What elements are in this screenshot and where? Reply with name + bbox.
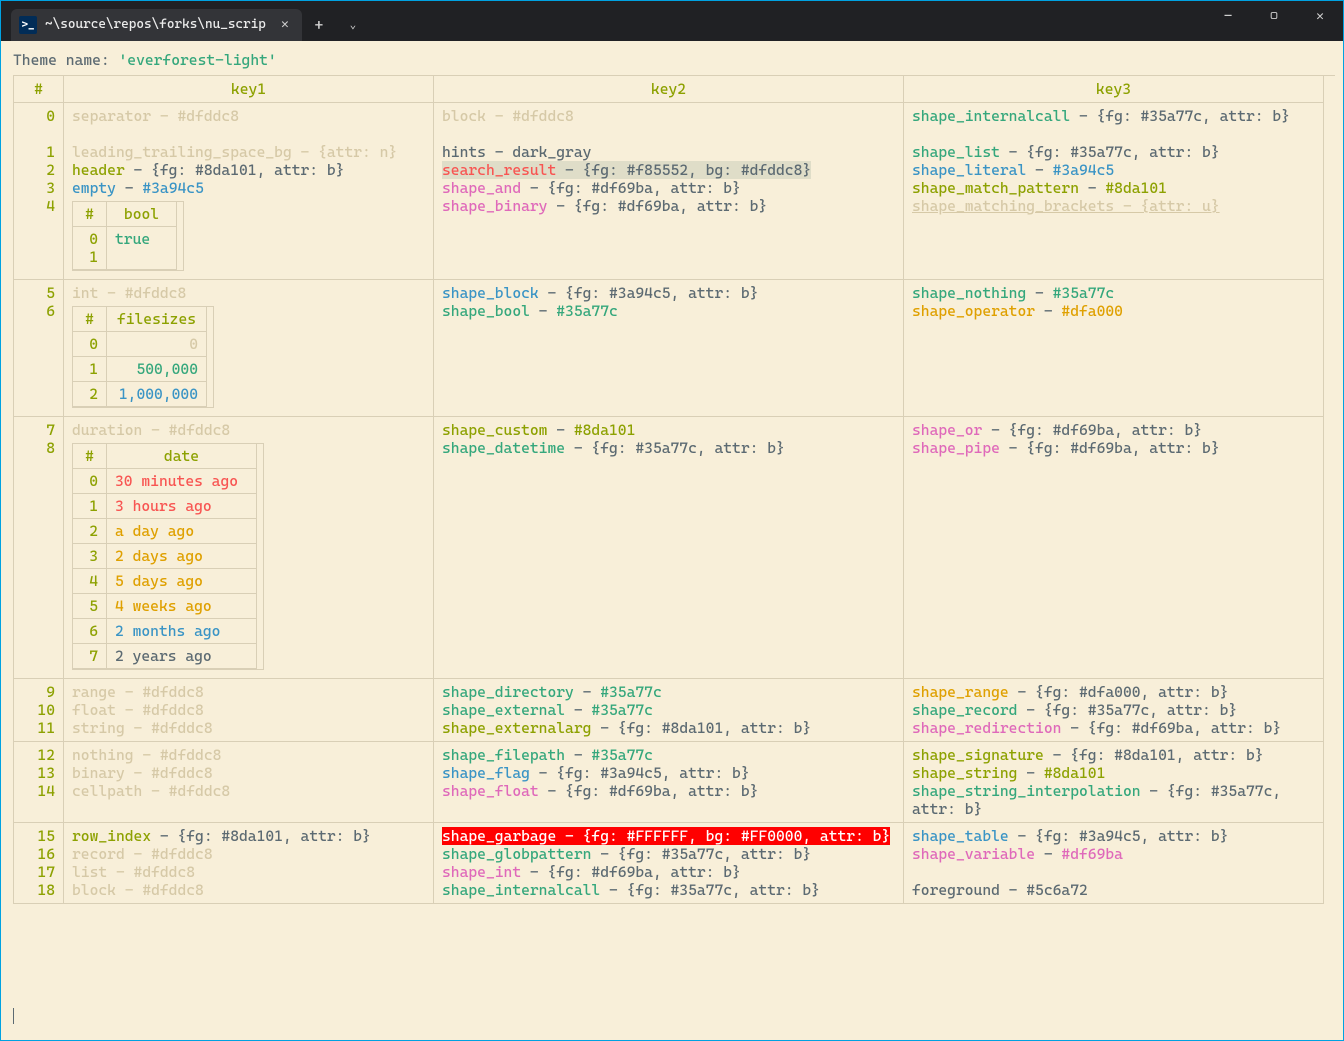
window-controls: — ▢ ✕ [1205,1,1343,41]
row-index: 12 13 14 [14,742,64,823]
tab-title: ~\source\repos\forks\nu_scrip [45,17,266,33]
date-subtable: # date 030 minutes ago 13 hours ago 2a d… [72,443,264,670]
cell-key1-7: duration - #dfddc8 # date 030 minutes ag… [64,417,434,679]
new-tab-button[interactable]: + [302,9,336,41]
theme-table: # key1 key2 key3 0 1 2 3 4 separator - #… [13,75,1335,904]
cell-key2-12: shape_filepath - #35a77c shape_flag - {f… [434,742,904,823]
filesize-subtable: # filesizes 00 1500,000 21,000,000 [72,306,214,408]
cell-key2-0: block - #dfddc8 hints - dark_gray search… [434,103,904,280]
terminal-surface[interactable]: Theme name: 'everforest-light' # key1 ke… [1,41,1343,1040]
row-index: 5 6 [14,280,64,417]
cell-key2-5: shape_block - {fg: #3a94c5, attr: b} sha… [434,280,904,417]
close-tab-button[interactable]: ✕ [278,18,292,32]
cell-key3-12: shape_signature - {fg: #8da101, attr: b}… [904,742,1324,823]
col-key2: key2 [434,76,904,103]
row-index: 15 16 17 18 [14,823,64,904]
cell-key1-5: int - #dfddc8 # filesizes 00 1500,000 21… [64,280,434,417]
cell-key3-9: shape_range - {fg: #dfa000, attr: b} sha… [904,679,1324,742]
col-key3: key3 [904,76,1324,103]
col-index: # [14,76,64,103]
cell-key1-9: range - #dfddc8 float - #dfddc8 string -… [64,679,434,742]
powershell-icon: >_ [19,16,37,34]
row-index: 9 10 11 [14,679,64,742]
prompt-line[interactable] [13,904,1335,1034]
col-key1: key1 [64,76,434,103]
window: >_ ~\source\repos\forks\nu_scrip ✕ + ⌄ —… [0,0,1344,1041]
cell-key2-7: shape_custom - #8da101 shape_datetime - … [434,417,904,679]
cell-key3-0: shape_internalcall - {fg: #35a77c, attr:… [904,103,1324,280]
tab-dropdown-button[interactable]: ⌄ [336,9,370,41]
close-window-button[interactable]: ✕ [1297,1,1343,33]
titlebar: >_ ~\source\repos\forks\nu_scrip ✕ + ⌄ —… [1,1,1343,41]
cell-key1-15: row_index - {fg: #8da101, attr: b} recor… [64,823,434,904]
bool-subtable: # bool 01 true [72,201,184,271]
row-index: 7 8 [14,417,64,679]
cell-key2-15: shape_garbage - {fg: #FFFFFF, bg: #FF000… [434,823,904,904]
row-index: 0 1 2 3 4 [14,103,64,280]
cell-key3-15: shape_table - {fg: #3a94c5, attr: b} sha… [904,823,1324,904]
cell-key1-12: nothing - #dfddc8 binary - #dfddc8 cellp… [64,742,434,823]
cell-key1-0: separator - #dfddc8 leading_trailing_spa… [64,103,434,280]
theme-line: Theme name: 'everforest-light' [13,51,1335,69]
minimize-button[interactable]: — [1205,1,1251,33]
terminal-tab[interactable]: >_ ~\source\repos\forks\nu_scrip ✕ [11,9,302,41]
cell-key3-5: shape_nothing - #35a77c shape_operator -… [904,280,1324,417]
cell-key3-7: shape_or - {fg: #df69ba, attr: b} shape_… [904,417,1324,679]
cell-key2-9: shape_directory - #35a77c shape_external… [434,679,904,742]
maximize-button[interactable]: ▢ [1251,1,1297,33]
